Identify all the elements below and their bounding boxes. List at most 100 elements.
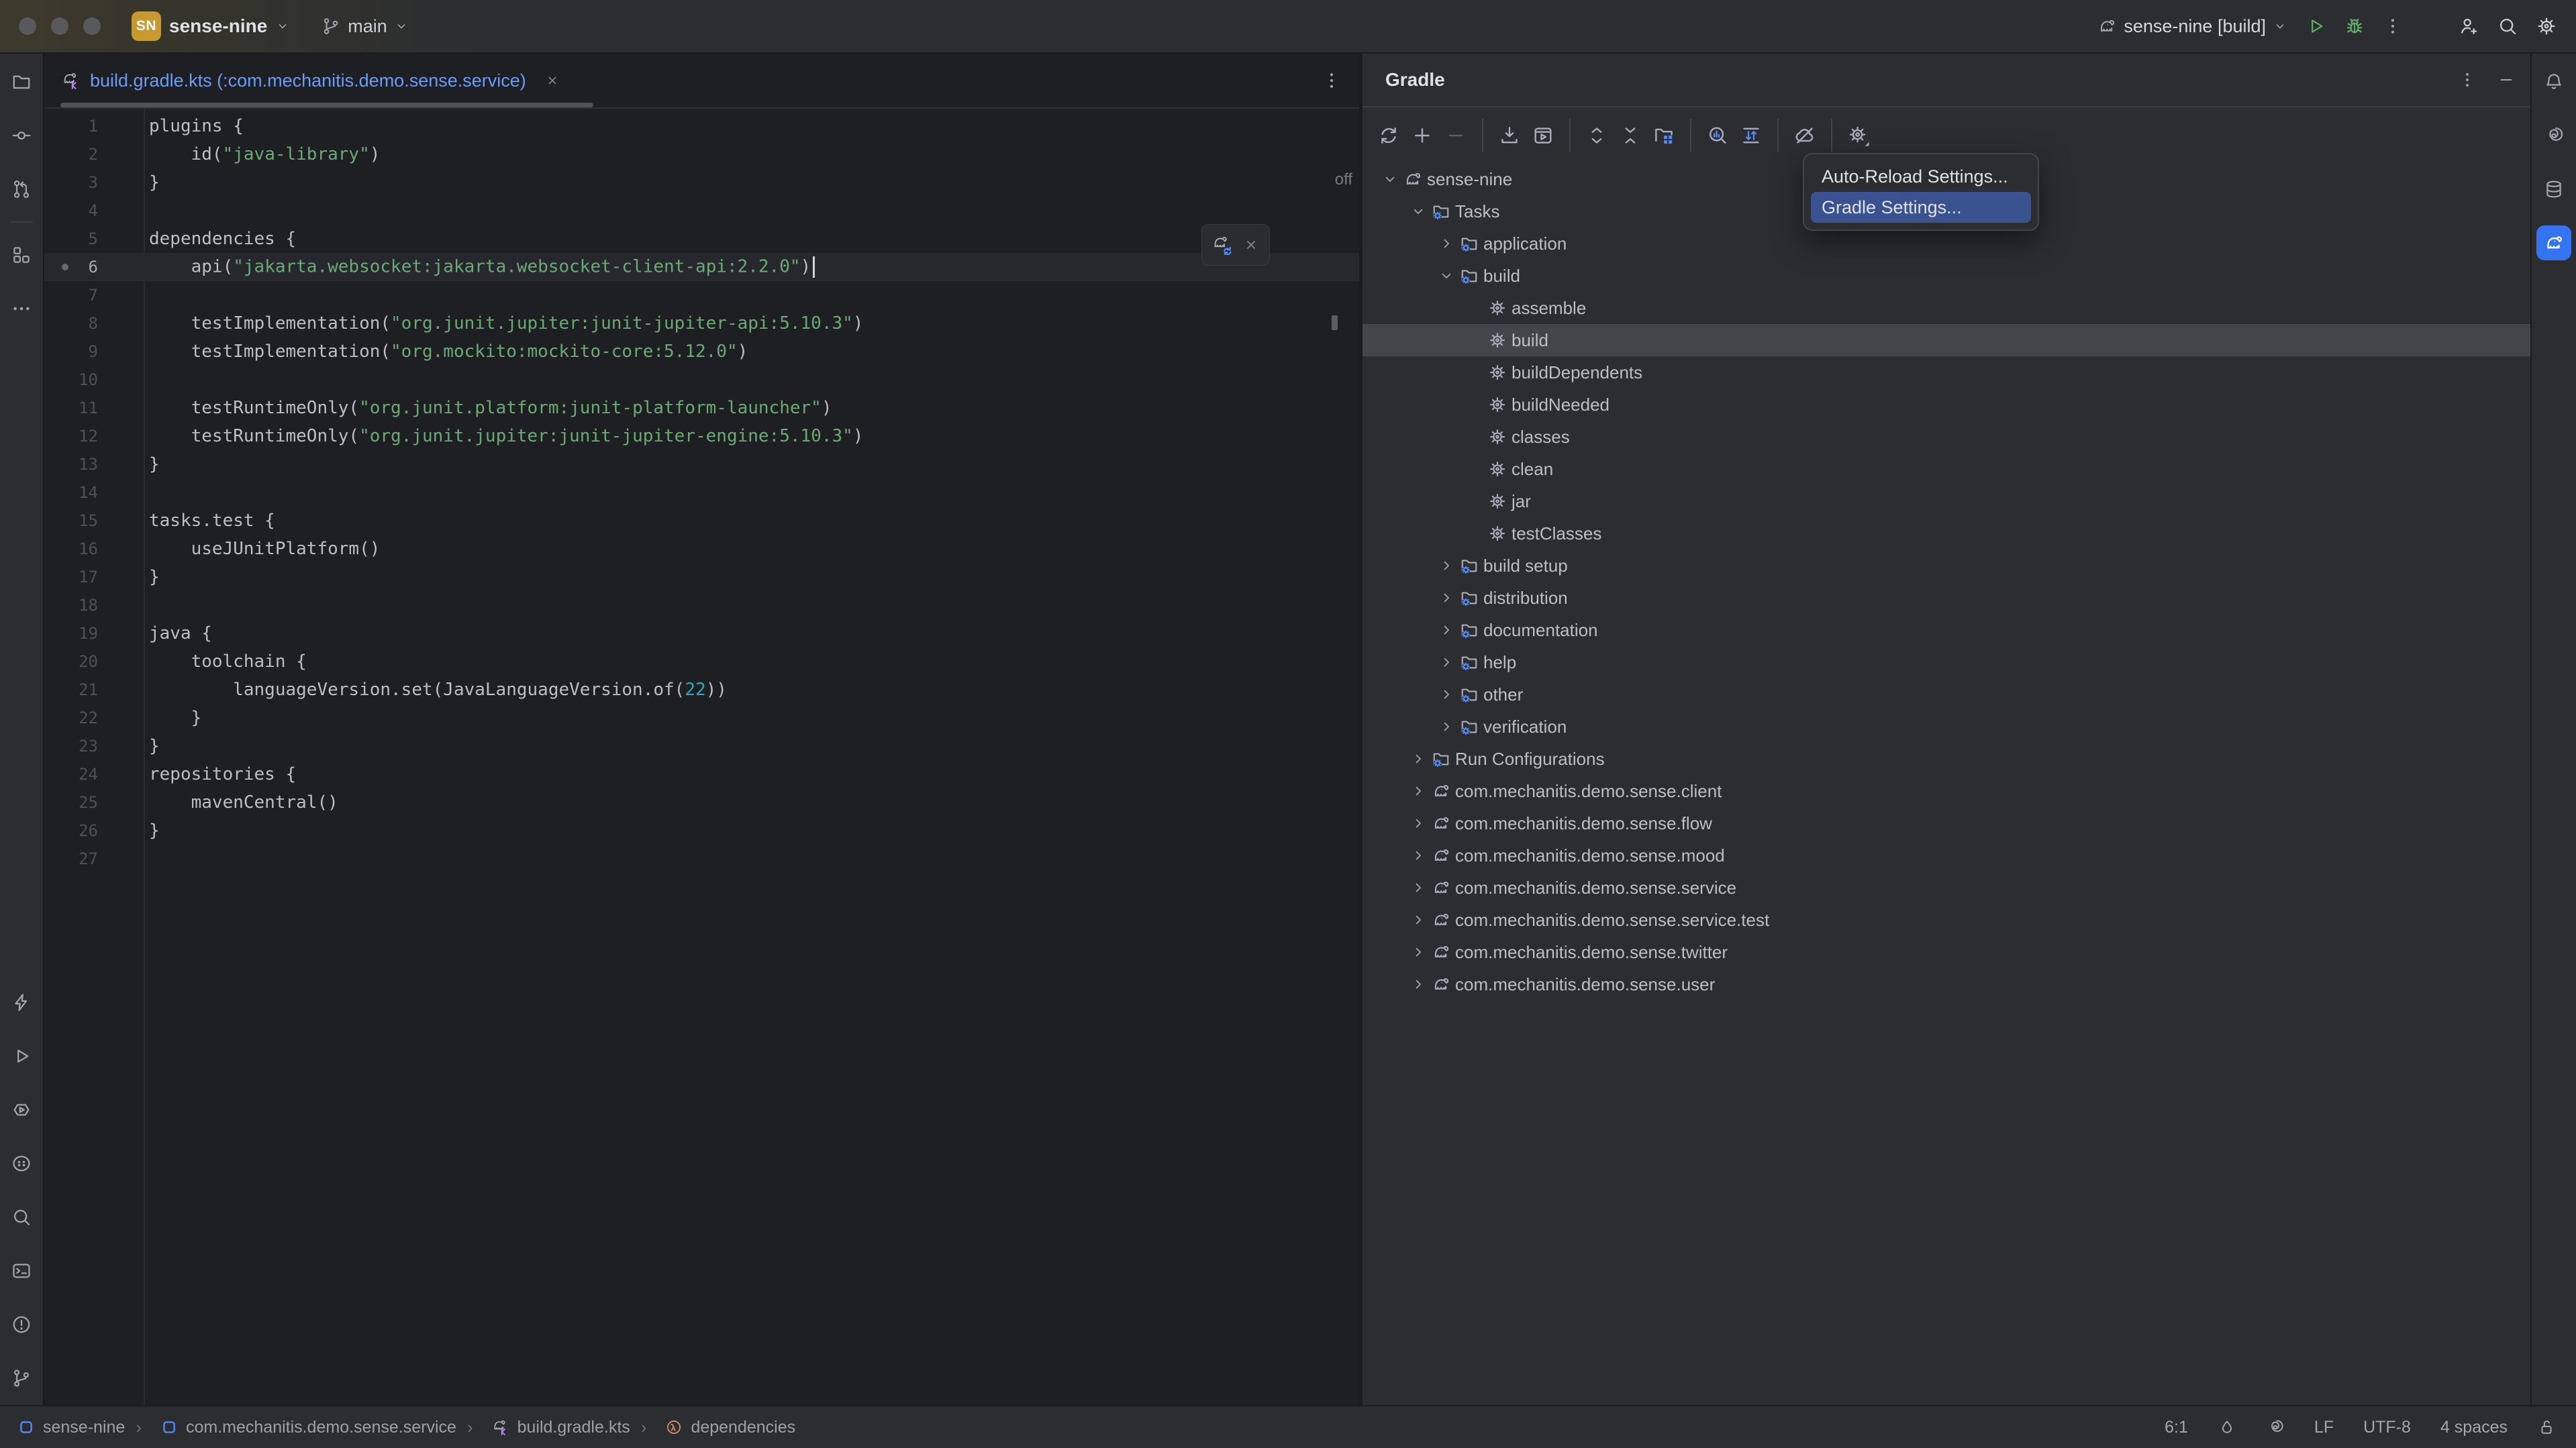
- code-line-15[interactable]: 15tasks.test {: [44, 507, 1359, 535]
- tree-item[interactable]: distribution: [1363, 582, 2530, 614]
- tree-chevron-icon[interactable]: [1409, 847, 1431, 864]
- run-button[interactable]: [2305, 15, 2326, 37]
- ai-spiral-icon[interactable]: [2266, 1418, 2285, 1437]
- run-tool-button[interactable]: [0, 1029, 43, 1083]
- code-line-16[interactable]: 16 useJUnitPlatform(): [44, 535, 1359, 563]
- commit-tool-button[interactable]: [0, 109, 43, 162]
- terminal-tool-button[interactable]: [0, 1244, 43, 1298]
- tree-item[interactable]: jar: [1363, 485, 2530, 517]
- code-line-17[interactable]: 17}: [44, 563, 1359, 591]
- services-tool-button[interactable]: [0, 1083, 43, 1137]
- hide-tool-window-button[interactable]: [2497, 70, 2516, 89]
- tree-chevron-icon[interactable]: [1438, 718, 1459, 735]
- lock-open-icon[interactable]: [2537, 1418, 2556, 1437]
- code-line-7[interactable]: 7: [44, 281, 1359, 309]
- gradle-sync-icon[interactable]: [1212, 235, 1232, 255]
- tree-chevron-icon[interactable]: [1438, 686, 1459, 703]
- pull-requests-tool-button[interactable]: [0, 162, 43, 216]
- code-line-24[interactable]: 24repositories {: [44, 760, 1359, 788]
- tree-item[interactable]: clean: [1363, 453, 2530, 485]
- tree-chevron-icon[interactable]: [1438, 654, 1459, 671]
- execute-gradle-task-button[interactable]: [1526, 119, 1560, 152]
- tree-item[interactable]: com.mechanitis.demo.sense.client: [1363, 775, 2530, 807]
- more-options-button[interactable]: [2383, 16, 2403, 36]
- dismiss-icon[interactable]: [1243, 237, 1259, 253]
- tree-chevron-icon[interactable]: [1466, 364, 1487, 381]
- project-widget[interactable]: SN sense-nine: [132, 11, 290, 41]
- tree-item[interactable]: com.mechanitis.demo.sense.twitter: [1363, 936, 2530, 968]
- reload-gradle-projects-button[interactable]: [1372, 119, 1405, 152]
- version-control-tool-button[interactable]: [0, 1351, 43, 1405]
- breadcrumb-item[interactable]: sense-nine: [17, 1418, 125, 1437]
- caret-position-widget[interactable]: 6:1: [2165, 1418, 2188, 1437]
- menu-item[interactable]: Auto-Reload Settings...: [1811, 161, 2031, 192]
- tree-chevron-icon[interactable]: [1438, 267, 1459, 285]
- tree-item[interactable]: assemble: [1363, 292, 2530, 324]
- code-line-3[interactable]: 3}: [44, 168, 1359, 197]
- code-line-26[interactable]: 26}: [44, 817, 1359, 845]
- tree-item[interactable]: verification: [1363, 711, 2530, 743]
- tree-chevron-icon[interactable]: [1438, 235, 1459, 252]
- code-line-22[interactable]: 22 }: [44, 704, 1359, 732]
- run-configuration-selector[interactable]: sense-nine [build]: [2097, 16, 2287, 37]
- ai-assistant-button[interactable]: [2532, 109, 2576, 162]
- tree-item[interactable]: testClasses: [1363, 517, 2530, 550]
- tree-chevron-icon[interactable]: [1409, 943, 1431, 961]
- code-line-1[interactable]: 1plugins {: [44, 112, 1359, 140]
- code-line-27[interactable]: 27: [44, 845, 1359, 873]
- menu-item[interactable]: Gradle Settings...: [1811, 192, 2031, 223]
- settings-button[interactable]: [2536, 15, 2557, 37]
- load-gradle-changes-widget[interactable]: [1201, 224, 1270, 266]
- close-window-button[interactable]: [19, 17, 36, 35]
- code-with-me-button[interactable]: [2458, 15, 2479, 37]
- offline-mode-button[interactable]: [1777, 119, 1822, 152]
- zoom-window-button[interactable]: [83, 17, 101, 35]
- encoding-widget[interactable]: UTF-8: [2363, 1418, 2411, 1437]
- tree-chevron-icon[interactable]: [1409, 750, 1431, 768]
- group-modules-button[interactable]: [1647, 119, 1681, 152]
- dotted-circle-tool-button[interactable]: [0, 1137, 43, 1190]
- indent-widget[interactable]: 4 spaces: [2440, 1418, 2508, 1437]
- code-line-2[interactable]: 2 id("java-library"): [44, 140, 1359, 168]
- highlighting-level-label[interactable]: off: [1335, 170, 1352, 189]
- tree-item[interactable]: build: [1363, 324, 2530, 356]
- project-tool-button[interactable]: [0, 55, 43, 109]
- tree-chevron-icon[interactable]: [1438, 557, 1459, 574]
- tree-chevron-icon[interactable]: [1466, 396, 1487, 413]
- build-analyzer-button[interactable]: [1690, 119, 1734, 152]
- gradle-settings-menu-button[interactable]: [1831, 119, 1875, 152]
- tree-chevron-icon[interactable]: [1438, 621, 1459, 639]
- tree-item[interactable]: other: [1363, 678, 2530, 711]
- drop-icon[interactable]: [2218, 1418, 2236, 1437]
- code-line-21[interactable]: 21 languageVersion.set(JavaLanguageVersi…: [44, 676, 1359, 704]
- minimize-window-button[interactable]: [51, 17, 68, 35]
- line-separator-widget[interactable]: LF: [2314, 1418, 2334, 1437]
- tree-chevron-icon[interactable]: [1466, 428, 1487, 446]
- tree-item[interactable]: buildDependents: [1363, 356, 2530, 389]
- tree-item[interactable]: build setup: [1363, 550, 2530, 582]
- code-line-13[interactable]: 13}: [44, 450, 1359, 478]
- tree-item[interactable]: Run Configurations: [1363, 743, 2530, 775]
- code-line-12[interactable]: 12 testRuntimeOnly("org.junit.jupiter:ju…: [44, 422, 1359, 450]
- code-line-23[interactable]: 23}: [44, 732, 1359, 760]
- tree-item[interactable]: application: [1363, 227, 2530, 260]
- download-sources-button[interactable]: [1482, 119, 1526, 152]
- tree-chevron-icon[interactable]: [1409, 782, 1431, 800]
- notifications-button[interactable]: [2532, 55, 2576, 109]
- code-line-19[interactable]: 19java {: [44, 619, 1359, 648]
- collapse-all-button[interactable]: [1614, 119, 1647, 152]
- tree-item[interactable]: documentation: [1363, 614, 2530, 646]
- tree-chevron-icon[interactable]: [1409, 203, 1431, 220]
- tree-chevron-icon[interactable]: [1466, 460, 1487, 478]
- tree-item[interactable]: com.mechanitis.demo.sense.flow: [1363, 807, 2530, 839]
- scrollbar-caret-marker[interactable]: [1332, 315, 1338, 330]
- tree-chevron-icon[interactable]: [1438, 589, 1459, 607]
- editor-tab[interactable]: build.gradle.kts (:com.mechanitis.demo.s…: [44, 54, 575, 107]
- structure-tool-button[interactable]: [0, 228, 43, 282]
- code-line-8[interactable]: 8 testImplementation("org.junit.jupiter:…: [44, 309, 1359, 338]
- expand-all-button[interactable]: [1569, 119, 1614, 152]
- build-tool-button[interactable]: [0, 976, 43, 1029]
- tree-item[interactable]: classes: [1363, 421, 2530, 453]
- code-line-10[interactable]: 10: [44, 366, 1359, 394]
- tree-chevron-icon[interactable]: [1409, 815, 1431, 832]
